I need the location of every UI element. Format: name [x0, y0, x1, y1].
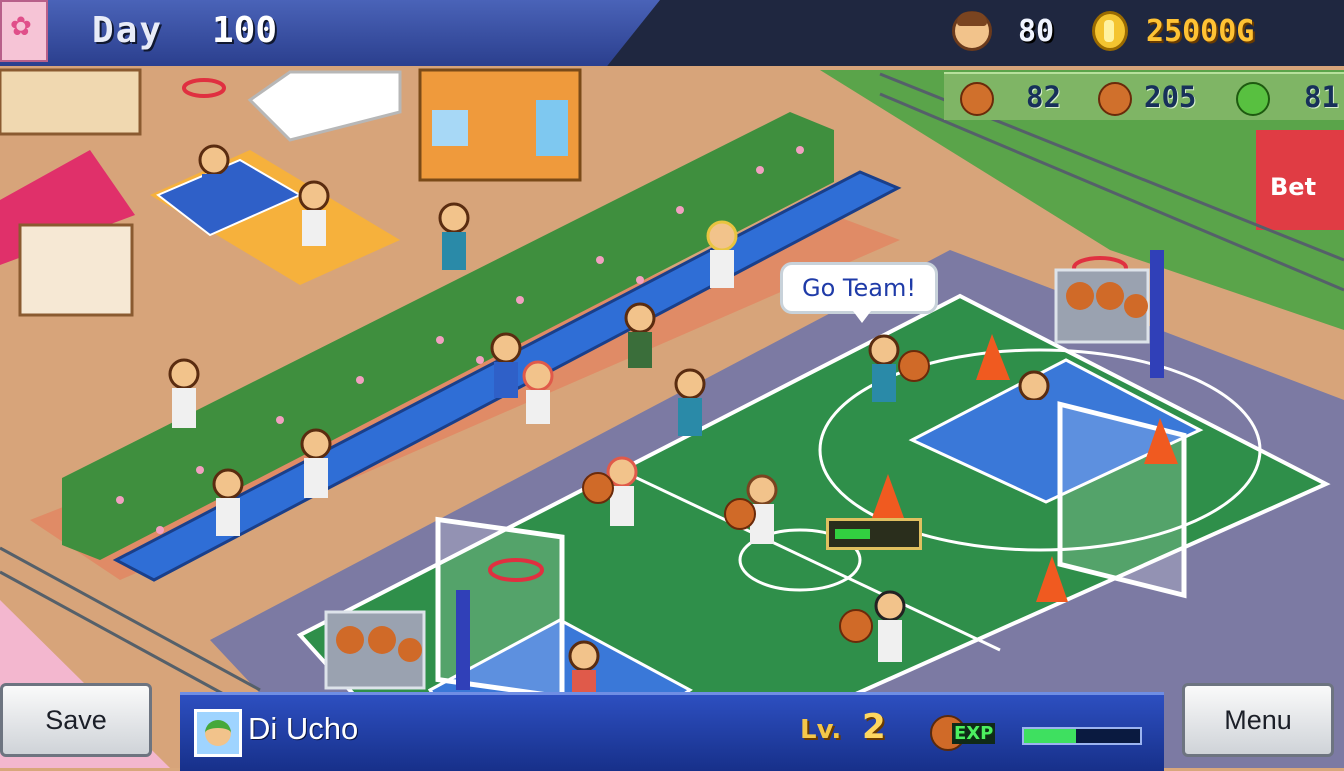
window [432, 110, 468, 146]
door [536, 100, 568, 156]
building-house [18, 223, 134, 317]
day-label: Day [92, 10, 164, 51]
building-top-left [0, 68, 142, 136]
skill-gauge-fill [835, 529, 871, 539]
resource-value-balls: 205 [1144, 80, 1197, 114]
food-icon [960, 82, 994, 116]
gold-amount: 25000G [1146, 14, 1255, 49]
player [674, 368, 706, 436]
player [1018, 370, 1050, 440]
exp-bar-fill [1024, 729, 1077, 743]
speech-bubble: Go Team! [780, 262, 938, 323]
day-counter: 100 [212, 10, 278, 51]
player-skill-gauge [826, 518, 922, 550]
save-button[interactable]: Save [0, 683, 152, 757]
player [706, 220, 738, 288]
research-icon [1236, 82, 1270, 116]
resource-value-research: 81 [1304, 80, 1339, 114]
player [522, 360, 554, 424]
level-value: 2 [862, 707, 886, 747]
population-icon [952, 11, 992, 51]
player [168, 358, 200, 428]
player [874, 590, 906, 662]
hoop-pole-right [1150, 250, 1164, 378]
player [868, 334, 900, 402]
player [212, 468, 244, 536]
player [298, 180, 330, 246]
calendar-icon [0, 0, 48, 62]
resource-value-food: 82 [1026, 80, 1061, 114]
basketball-icon [1098, 82, 1132, 116]
character-status-bar: Di Ucho Lv. 2 EXP [180, 692, 1164, 771]
player [198, 144, 230, 208]
level-label: Lv. [800, 715, 842, 745]
exp-label: EXP [952, 723, 996, 744]
player [624, 302, 656, 368]
player [438, 202, 470, 270]
hoop-pole-left [456, 590, 470, 690]
shop-sign-text: Bet [1270, 173, 1316, 201]
top-hud-bar: Day 100 80 25000G [0, 0, 1344, 66]
character-name: Di Ucho [248, 711, 359, 746]
resource-bar: 82 205 81 [944, 72, 1344, 120]
coin-icon [1092, 11, 1128, 51]
menu-button[interactable]: Menu [1182, 683, 1334, 757]
player [490, 332, 522, 398]
player [568, 640, 600, 692]
population-count: 80 [1018, 14, 1055, 49]
character-portrait [194, 709, 242, 757]
exp-bar [1022, 727, 1142, 745]
player [300, 428, 332, 498]
